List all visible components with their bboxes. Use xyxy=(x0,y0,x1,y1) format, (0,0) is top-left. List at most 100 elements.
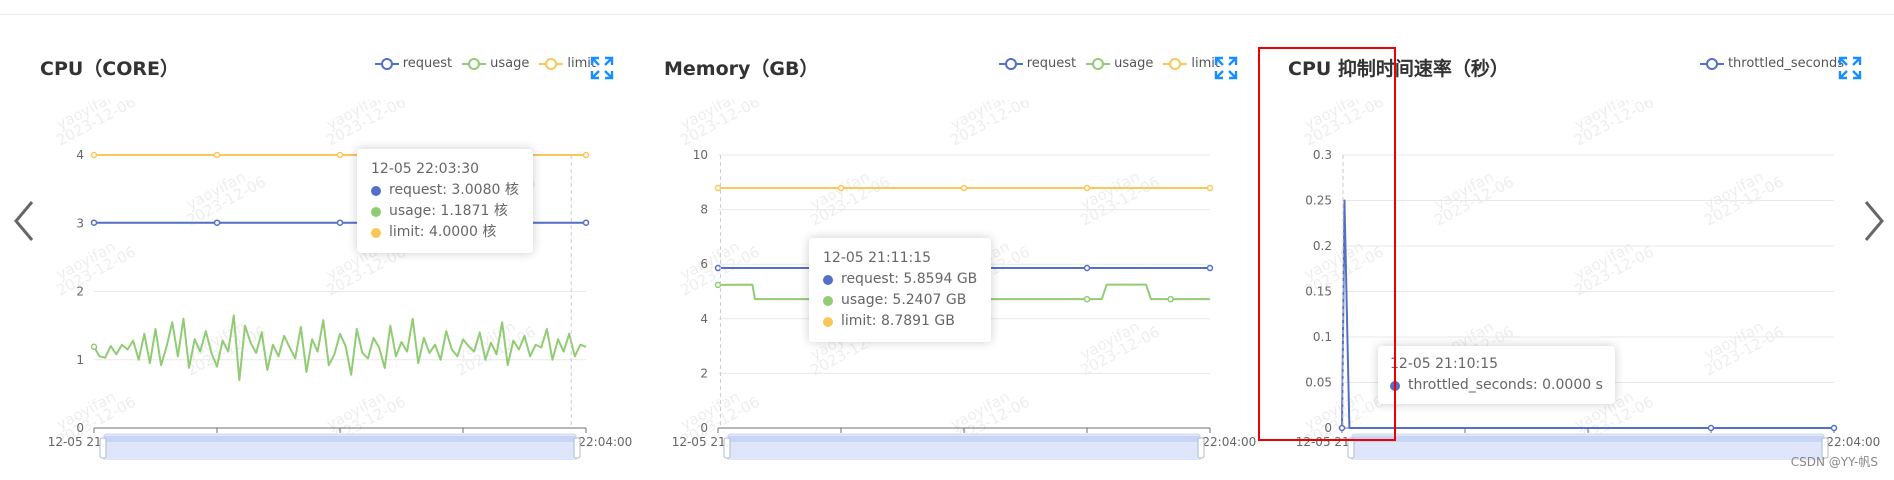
tooltip-value: 1.1871 核 xyxy=(440,203,508,219)
legend-label: request xyxy=(402,56,453,71)
series-point xyxy=(582,151,590,159)
legend-item-request[interactable]: request xyxy=(998,56,1077,71)
legend-line-icon xyxy=(1086,57,1111,70)
chart-tooltip: 12-05 21:10:15 throttled_seconds: 0.0000… xyxy=(1378,346,1615,404)
zoom-handle-left xyxy=(1347,437,1355,459)
tooltip-value: 4.0000 核 xyxy=(428,224,497,240)
series-point xyxy=(213,151,221,159)
series-point xyxy=(582,219,590,226)
y-tick-label: 1 xyxy=(76,353,84,367)
legend-item-usage[interactable]: usage xyxy=(1086,56,1153,71)
expand-button[interactable] xyxy=(1214,56,1238,80)
series-point xyxy=(1083,184,1091,192)
series-point xyxy=(714,184,722,192)
zoom-slider-fill xyxy=(104,436,576,442)
series-point xyxy=(1206,184,1214,192)
series-point xyxy=(336,219,344,226)
request-dot xyxy=(371,185,381,196)
series-point xyxy=(90,219,98,226)
legend-item-limit[interactable]: limit xyxy=(539,56,596,71)
chart-tooltip: 12-05 22:03:30 request: 3.0080 核 usage: … xyxy=(357,149,533,253)
expand-button[interactable] xyxy=(1838,56,1862,80)
tooltip-label: usage xyxy=(389,203,432,219)
legend-item-limit[interactable]: limit xyxy=(1163,56,1220,71)
legend-line-icon xyxy=(374,57,399,70)
y-tick-label: 3 xyxy=(76,216,84,230)
zoom-handle-right xyxy=(1197,437,1205,459)
tooltip-label: throttled_seconds xyxy=(1408,377,1533,393)
y-tick-label: 8 xyxy=(700,203,708,217)
legend-item-request[interactable]: request xyxy=(374,56,453,71)
zoom-slider-fill xyxy=(728,436,1200,442)
series-point xyxy=(714,281,722,289)
legend-label: usage xyxy=(490,56,530,71)
chart-legend: request usage limit xyxy=(989,56,1220,71)
legend-label: request xyxy=(1026,56,1077,71)
csdn-credit: CSDN @YY-帆S xyxy=(1790,455,1878,469)
y-tick-label: 6 xyxy=(700,257,708,271)
series-point xyxy=(837,184,845,192)
tooltip-time: 12-05 22:03:30 xyxy=(371,161,480,177)
tooltip-label: limit xyxy=(389,224,420,240)
zoom-handle-right xyxy=(573,437,581,459)
series-point xyxy=(336,151,344,159)
y-tick-label: 2 xyxy=(76,285,84,299)
zoom-handle-left xyxy=(723,437,731,459)
panel-title: CPU（CORE） xyxy=(40,58,180,80)
expand-button[interactable] xyxy=(590,56,614,80)
zoom-handle-left xyxy=(99,437,107,459)
legend-item-throttled-seconds[interactable]: throttled_seconds xyxy=(1699,56,1844,71)
usage-dot xyxy=(823,295,833,306)
series-point xyxy=(960,184,968,192)
legend-line-icon xyxy=(998,57,1023,70)
series-point xyxy=(213,219,221,226)
chart-tooltip: 12-05 21:11:15 request: 5.8594 GB usage:… xyxy=(809,238,992,342)
panel-title: Memory（GB） xyxy=(664,58,819,80)
y-tick-label: 4 xyxy=(76,148,84,162)
series-point xyxy=(1206,264,1214,272)
expand-icon xyxy=(1838,56,1862,80)
series-point xyxy=(1083,264,1091,272)
series-point xyxy=(90,343,98,351)
tooltip-value: 0.0000 s xyxy=(1542,377,1603,393)
tooltip-time: 12-05 21:10:15 xyxy=(1390,356,1499,372)
legend-line-icon xyxy=(539,57,564,70)
tooltip-value: 5.2407 GB xyxy=(892,292,967,308)
y-tick-label: 0 xyxy=(76,421,84,435)
series-point xyxy=(1830,424,1838,432)
series-point xyxy=(714,264,722,272)
series-point xyxy=(1707,424,1715,432)
highlight-box xyxy=(1258,47,1396,441)
expand-icon xyxy=(1214,56,1238,80)
series-point xyxy=(90,151,98,159)
y-tick-label: 4 xyxy=(700,312,708,326)
tooltip-value: 5.8594 GB xyxy=(903,271,978,287)
tooltip-label: request xyxy=(841,271,895,287)
limit-dot xyxy=(823,316,833,327)
tooltip-time: 12-05 21:11:15 xyxy=(823,250,932,266)
prev-button[interactable] xyxy=(10,196,40,246)
tooltip-value: 8.7891 GB xyxy=(880,313,955,329)
legend-line-icon xyxy=(1163,57,1188,70)
tooltip-label: limit xyxy=(841,313,872,329)
tooltip-label: usage xyxy=(841,292,884,308)
top-divider xyxy=(0,14,1894,15)
series-point xyxy=(1083,295,1091,303)
tooltip-label: request xyxy=(389,182,443,198)
legend-label: usage xyxy=(1114,56,1154,71)
expand-icon xyxy=(590,56,614,80)
cpu-line-chart: yaoyifan2023-12-06 yaoyifan2023-12-06yaoy… xyxy=(48,100,632,460)
usage-dot xyxy=(371,206,381,217)
zoom-slider-fill xyxy=(1352,436,1824,442)
legend-item-usage[interactable]: usage xyxy=(462,56,529,71)
legend-line-icon xyxy=(462,57,487,70)
y-tick-label: 2 xyxy=(700,366,708,380)
legend-label: throttled_seconds xyxy=(1727,56,1844,71)
y-tick-label: 10 xyxy=(693,148,708,162)
request-dot xyxy=(823,274,833,285)
chevron-left-icon xyxy=(14,201,34,241)
series-point xyxy=(1167,295,1174,303)
memory-chart-panel: Memory（GB） request usage limit yaoyifan 202… xyxy=(664,40,1264,460)
chart-legend: request usage limit xyxy=(365,56,596,71)
limit-dot xyxy=(371,227,381,238)
